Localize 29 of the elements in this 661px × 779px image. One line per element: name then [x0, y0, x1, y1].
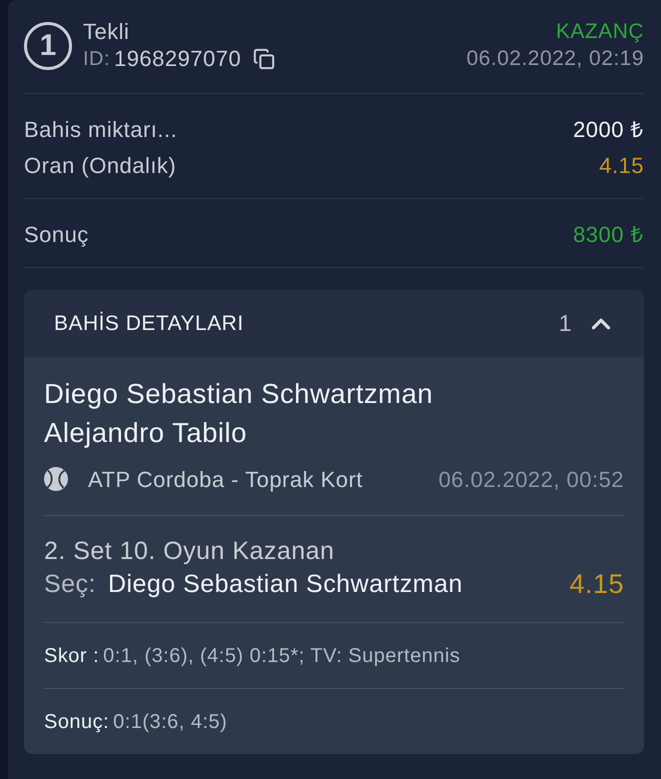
- team-name: Alejandro Tabilo: [44, 416, 248, 450]
- bet-datetime: 06.02.2022, 02:19: [466, 46, 644, 72]
- bet-details-header[interactable]: BAHİS DETAYLARI 1: [24, 290, 644, 357]
- pick-odds: 4.15: [570, 568, 624, 602]
- bet-number-badge: 1: [24, 22, 72, 70]
- pick-name: Diego Sebastian Schwartzman: [108, 568, 463, 600]
- summary-label: Bahis miktarı...: [24, 116, 178, 144]
- bet-status: KAZANÇ: [556, 19, 644, 45]
- tennis-ball-icon: [44, 467, 68, 491]
- result-text: 0:1(3:6, 4:5): [113, 710, 228, 734]
- summary-label: Sonuç: [24, 220, 89, 249]
- pick-label: Seç:: [44, 568, 96, 600]
- id-label: ID:: [83, 47, 110, 72]
- league-name: ATP Cordoba - Toprak Kort: [88, 466, 363, 494]
- summary-value: 8300 ₺: [573, 220, 644, 248]
- bet-type: Tekli: [83, 19, 130, 45]
- summary-value: 2000 ₺: [573, 116, 644, 144]
- event-start-time: 06.02.2022, 00:52: [438, 466, 624, 494]
- market-name: 2. Set 10. Oyun Kazanan: [44, 536, 336, 567]
- copy-icon[interactable]: [253, 48, 276, 70]
- bet-details-title: BAHİS DETAYLARI: [54, 310, 244, 337]
- result-label: Sonuç:: [44, 710, 110, 734]
- score-text: 0:1, (3:6), (4:5) 0:15*; TV: Supertennis: [103, 644, 460, 668]
- summary-label: Oran (Ondalık): [24, 152, 176, 180]
- team-name: Diego Sebastian Schwartzman: [44, 377, 434, 411]
- bet-details-count: 1: [558, 309, 572, 338]
- summary-value: 4.15: [599, 152, 644, 180]
- bet-id: 1968297070: [114, 45, 242, 73]
- score-label: Skor :: [44, 644, 100, 668]
